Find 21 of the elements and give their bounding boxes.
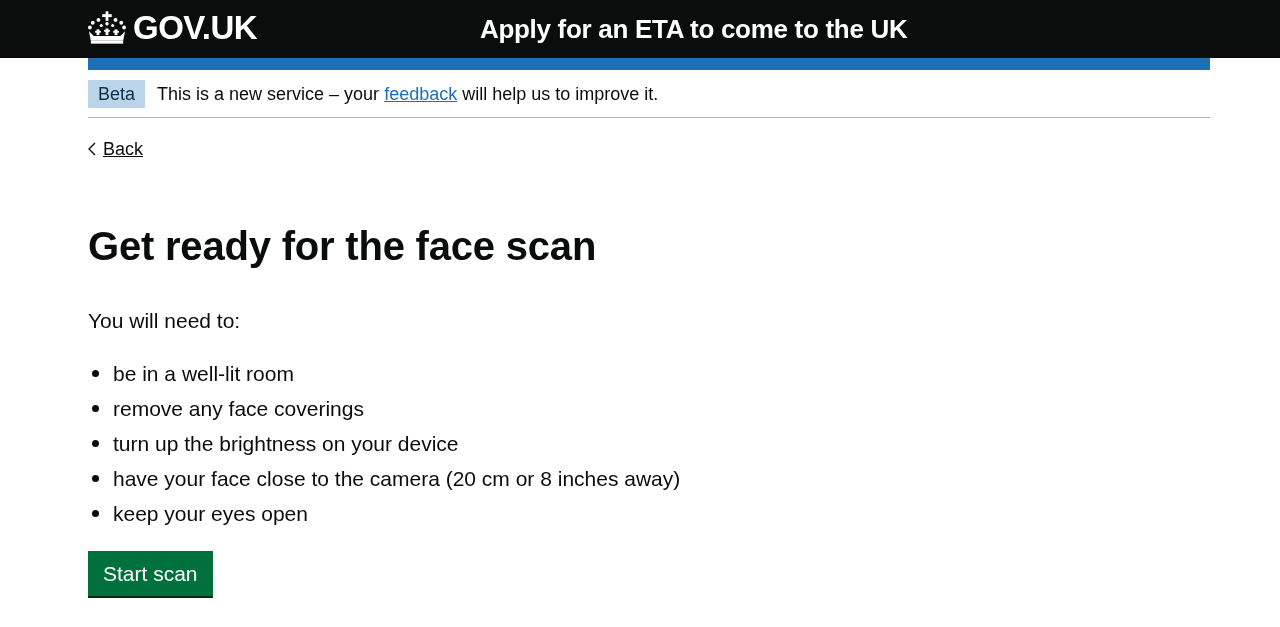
beta-tag: Beta xyxy=(88,80,146,108)
requirement-item: remove any face coverings xyxy=(113,395,364,422)
requirement-item: keep your eyes open xyxy=(113,500,308,527)
requirement-item: have your face close to the camera (20 cm or 8 inches away) xyxy=(113,465,681,492)
bullet-icon xyxy=(92,370,99,377)
intro-text: You will need to: xyxy=(88,308,242,334)
feedback-banner-text: This is a new service – your feedback will help us to improve it. xyxy=(157,83,659,106)
home-logo-link[interactable]: GOV.UK xyxy=(88,10,258,44)
start-scan-button[interactable]: Start scan xyxy=(88,551,213,596)
bullet-icon xyxy=(92,405,99,412)
back-link[interactable]: Back xyxy=(88,137,144,161)
chevron-left-icon xyxy=(88,142,96,156)
feedback-link[interactable]: feedback xyxy=(384,84,458,104)
bullet-icon xyxy=(92,510,99,517)
page-heading: Get ready for the face scan xyxy=(88,223,598,270)
crown-icon xyxy=(88,10,126,44)
service-name-link[interactable]: Apply for an ETA to come to the UK xyxy=(479,14,908,44)
requirement-item: be in a well-lit room xyxy=(113,360,294,387)
bullet-icon xyxy=(92,475,99,482)
bullet-icon xyxy=(92,440,99,447)
requirement-item: turn up the brightness on your device xyxy=(113,430,459,457)
